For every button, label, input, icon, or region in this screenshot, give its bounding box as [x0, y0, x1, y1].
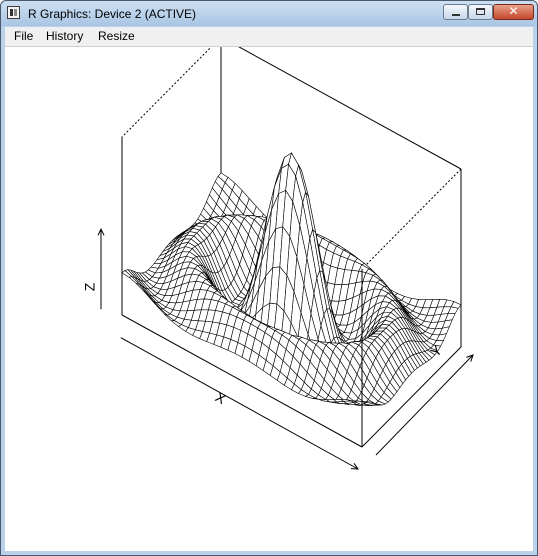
r-graphics-window: R Graphics: Device 2 (ACTIVE) ✕ File His…: [0, 0, 538, 556]
menu-bar: File History Resize: [5, 27, 533, 46]
menu-file[interactable]: File: [14, 29, 33, 43]
maximize-button[interactable]: [468, 4, 493, 20]
close-button[interactable]: ✕: [493, 4, 534, 20]
title-bar[interactable]: R Graphics: Device 2 (ACTIVE) ✕: [1, 1, 537, 26]
close-icon: ✕: [508, 4, 519, 18]
minimize-button[interactable]: [443, 4, 468, 20]
maximize-icon: [476, 8, 485, 15]
box-edge-back-top-left: [121, 47, 212, 138]
window-title: R Graphics: Device 2 (ACTIVE): [28, 7, 197, 21]
x-axis-label: X: [213, 389, 230, 408]
r-graphics-app-icon[interactable]: [7, 6, 20, 19]
z-axis-label: Z: [82, 282, 98, 291]
box-edge-top-front-right: [361, 168, 462, 270]
minimize-icon: [452, 14, 460, 16]
menu-history[interactable]: History: [46, 29, 83, 43]
surface-mesh: [121, 152, 462, 406]
box-edge-back-top-right: [238, 47, 462, 170]
graphics-canvas: XYZ: [5, 47, 533, 551]
menu-resize[interactable]: Resize: [98, 29, 135, 43]
perspective-plot: XYZ: [82, 47, 474, 470]
